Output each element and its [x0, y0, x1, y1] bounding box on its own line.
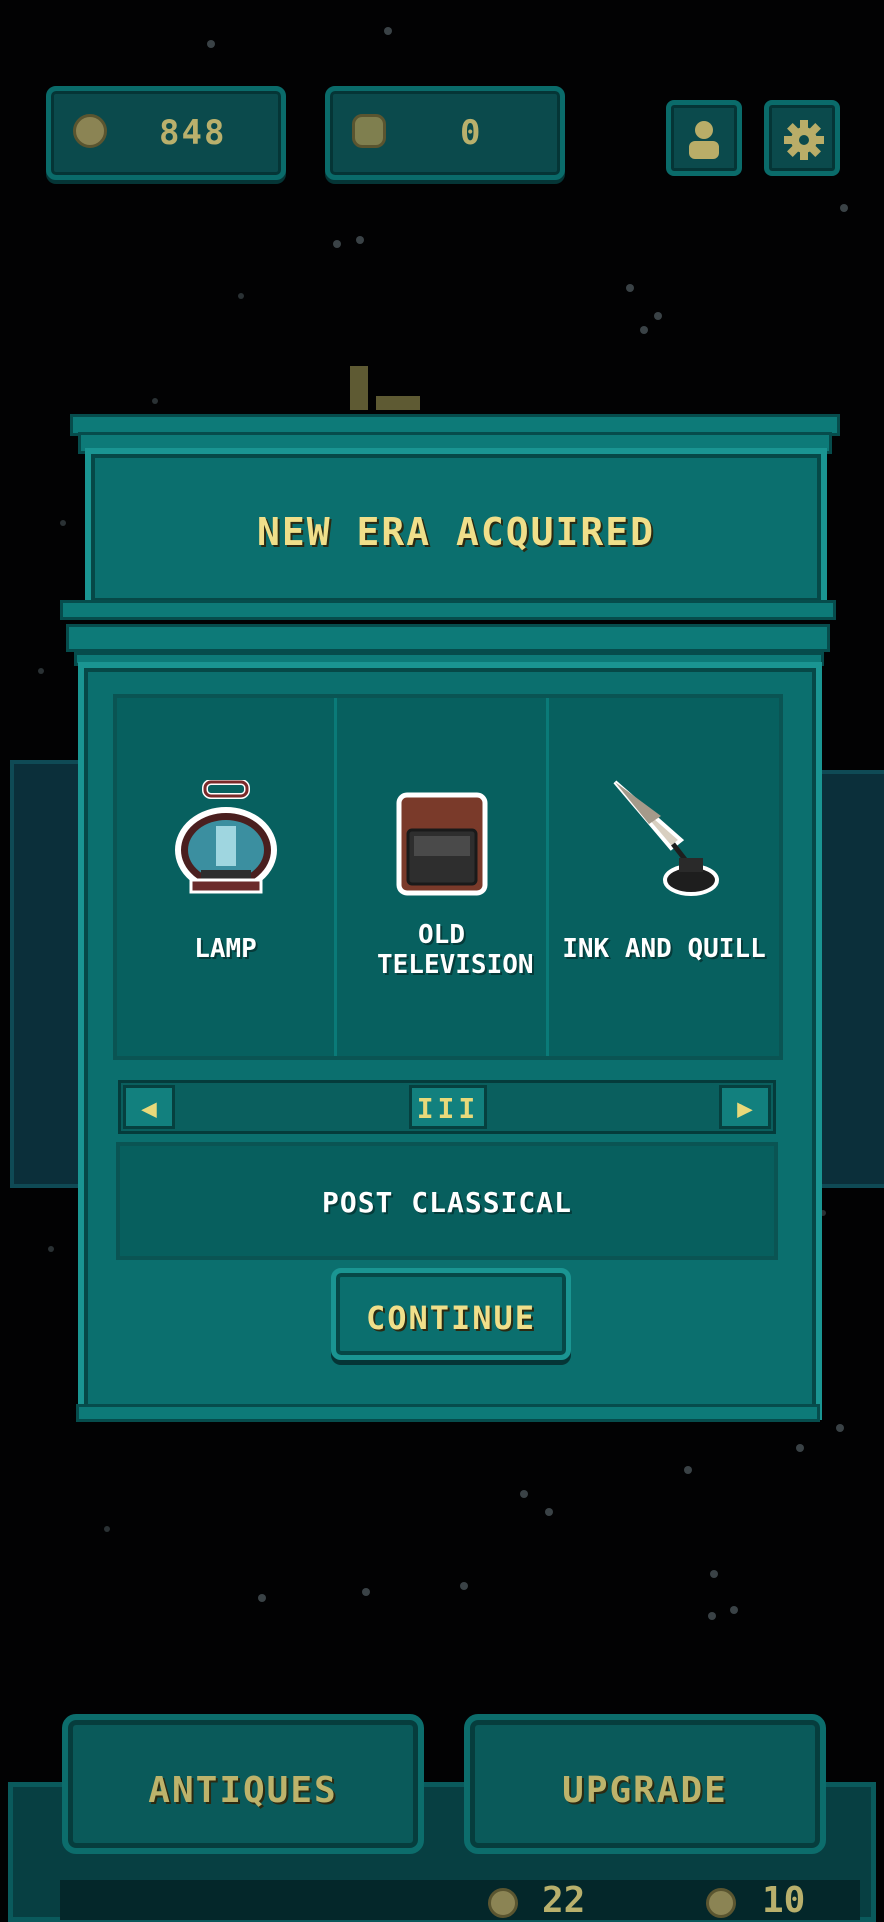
gem-icon — [352, 114, 386, 148]
star — [333, 240, 341, 248]
upgrade-label: UPGRADE — [562, 1770, 728, 1811]
modal-mid-trim — [60, 600, 836, 620]
era-tab-indicator — [350, 366, 420, 412]
scroll-thumb[interactable]: III — [409, 1085, 487, 1129]
continue-label: CONTINUE — [365, 1299, 537, 1337]
gem-counter: 0 — [325, 86, 565, 180]
star — [520, 1490, 528, 1498]
settings-button[interactable] — [764, 100, 840, 176]
star — [258, 1594, 266, 1602]
gem-count: 0 — [460, 113, 483, 153]
star — [207, 40, 215, 48]
coin-count: 848 — [159, 113, 227, 153]
star — [545, 1508, 553, 1516]
modal-title: NEW ERA ACQUIRED — [256, 510, 656, 554]
upgrade-button[interactable]: UPGRADE — [464, 1714, 826, 1854]
item-cell-lamp[interactable]: LAMP — [117, 698, 337, 1056]
count-b: 10 — [762, 1880, 806, 1921]
arrow-right-icon: ▶ — [737, 1094, 753, 1124]
star — [626, 284, 634, 292]
antiques-label: ANTIQUES — [148, 1770, 338, 1811]
modal-bottom-trim — [76, 1404, 820, 1422]
star — [796, 1444, 804, 1452]
star — [60, 520, 66, 526]
star — [104, 1526, 110, 1532]
star — [840, 204, 848, 212]
era-name-box: POST CLASSICAL — [116, 1142, 778, 1260]
item-label: INK AND QUILL — [562, 934, 766, 964]
star — [640, 326, 648, 334]
scroll-left-button[interactable]: ◀ — [123, 1085, 175, 1129]
star — [654, 312, 662, 320]
television-icon — [396, 792, 487, 896]
modal-title-panel: NEW ERA ACQUIRED — [85, 448, 827, 608]
quill-icon — [613, 780, 719, 896]
grip-icon: III — [416, 1092, 480, 1125]
coin-icon — [73, 114, 107, 148]
continue-button[interactable]: CONTINUE — [331, 1268, 571, 1360]
right-cabinet — [818, 770, 884, 1188]
star — [730, 1606, 738, 1614]
item-label: OLD TELEVISION — [377, 920, 534, 980]
star — [362, 1588, 370, 1596]
left-cabinet — [10, 760, 88, 1188]
antiques-button[interactable]: ANTIQUES — [62, 1714, 424, 1854]
coin-icon — [488, 1888, 518, 1918]
star — [356, 236, 364, 244]
star — [708, 1612, 716, 1620]
star — [710, 1570, 718, 1578]
coin-counter: 848 — [46, 86, 286, 180]
lamp-icon — [174, 780, 277, 894]
arrow-left-icon: ◀ — [141, 1094, 157, 1124]
star — [460, 1582, 468, 1590]
profile-button[interactable] — [666, 100, 742, 176]
era-name: POST CLASSICAL — [321, 1186, 572, 1219]
gear-icon — [784, 120, 824, 160]
star — [38, 668, 44, 674]
star — [238, 293, 244, 299]
bottom-strip: 22 10 — [60, 1880, 860, 1921]
star — [384, 27, 392, 35]
modal-mid-trim — [66, 624, 830, 652]
coin-icon — [706, 1888, 736, 1918]
star — [48, 1246, 54, 1252]
item-cell-old-television[interactable]: OLD TELEVISION — [337, 698, 549, 1056]
person-icon — [689, 121, 719, 159]
star — [152, 398, 158, 404]
item-cell-ink-and-quill[interactable]: INK AND QUILL — [549, 698, 779, 1056]
star — [684, 1466, 692, 1474]
star — [836, 1424, 844, 1432]
scroll-right-button[interactable]: ▶ — [719, 1085, 771, 1129]
items-scrollbar[interactable]: ◀ III ▶ — [118, 1080, 776, 1134]
items-grid: LAMP OLD TELEVISION INK AND QUILL — [113, 694, 783, 1060]
item-label: LAMP — [194, 934, 257, 964]
count-a: 22 — [542, 1880, 586, 1921]
